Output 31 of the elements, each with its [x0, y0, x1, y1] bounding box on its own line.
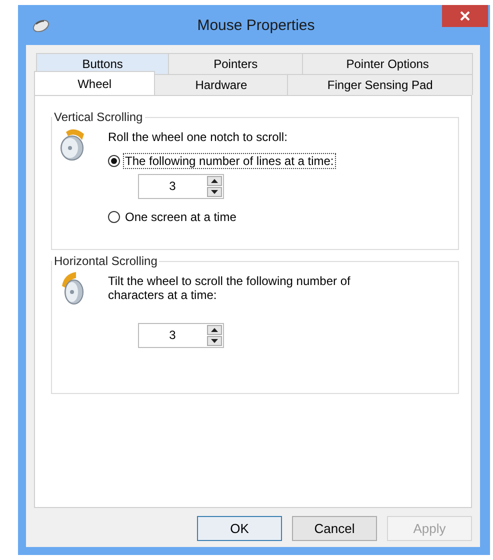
spin-up-button[interactable] [207, 325, 222, 335]
tab[interactable]: Pointer Options [302, 53, 473, 74]
tab[interactable]: Hardware [154, 74, 288, 95]
group-title: Horizontal Scrolling [53, 254, 158, 268]
up-arrow-icon [211, 179, 218, 183]
number-spinner[interactable]: 3 [138, 323, 224, 348]
up-arrow-icon [211, 328, 218, 332]
prompt-text: Roll the wheel one notch to scroll: [108, 130, 288, 144]
radio-label[interactable]: The following number of lines at a time: [123, 153, 336, 169]
dialog-button[interactable]: OK [197, 516, 282, 541]
spinner-value: 3 [168, 327, 177, 344]
window-title: Mouse Properties [196, 16, 316, 34]
down-arrow-icon [211, 190, 218, 194]
prompt-text: Tilt the wheel to scroll the following number of characters at a time: [108, 274, 352, 302]
dialog-button[interactable]: Cancel [292, 516, 377, 541]
close-icon [460, 11, 470, 21]
spinner-value: 3 [168, 178, 177, 195]
down-arrow-icon [211, 339, 218, 343]
spin-down-button[interactable] [207, 336, 222, 346]
radio-button[interactable] [108, 211, 120, 223]
number-spinner[interactable]: 3 [138, 174, 224, 199]
close-button[interactable] [442, 5, 488, 27]
radio-button[interactable] [108, 155, 120, 167]
mouse-icon [32, 18, 50, 32]
tab[interactable]: Pointers [168, 53, 304, 74]
tab[interactable]: Wheel [34, 71, 156, 95]
radio-label[interactable]: One screen at a time [123, 209, 238, 225]
group-title: Vertical Scrolling [53, 110, 144, 124]
tab[interactable]: Finger Sensing Pad [287, 74, 473, 95]
spin-down-button[interactable] [207, 187, 222, 197]
spin-up-button[interactable] [207, 176, 222, 186]
